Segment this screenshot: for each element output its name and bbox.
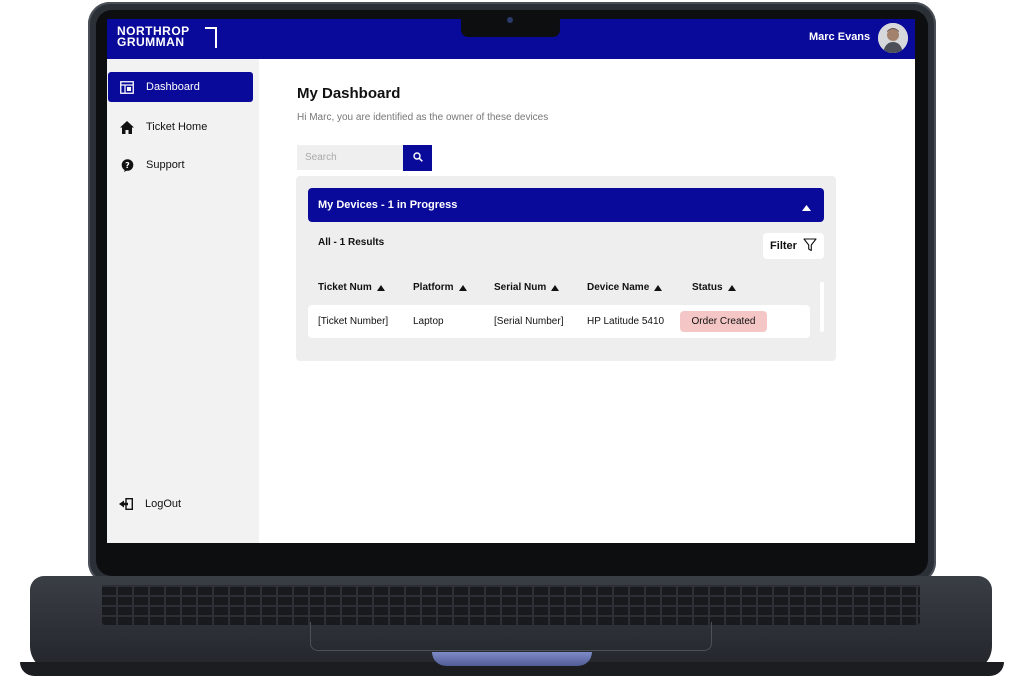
table-row[interactable]: [Ticket Number] Laptop [Serial Number] H… [308, 305, 810, 338]
page-title: My Dashboard [297, 85, 401, 102]
sidebar-item-support[interactable]: ? Support [108, 150, 253, 180]
accordion-title: My Devices - 1 in Progress [318, 199, 458, 211]
sort-ascending-icon [654, 284, 663, 291]
sort-ascending-icon [458, 284, 467, 291]
user-name: Marc Evans [809, 31, 871, 43]
sort-ascending-icon [551, 284, 560, 291]
filter-icon [803, 237, 817, 255]
laptop-hinge [432, 652, 592, 666]
camera-icon [507, 17, 513, 23]
column-header-label: Serial Num [494, 282, 547, 293]
sidebar-item-label: Support [146, 159, 185, 171]
logout-label: LogOut [145, 498, 182, 510]
svg-text:?: ? [125, 161, 130, 170]
filter-button[interactable]: Filter [763, 233, 824, 259]
app-screen: NORTHROP GRUMMAN Marc Evans Dashboard Ti… [107, 19, 915, 543]
filter-label: Filter [770, 240, 797, 252]
column-header-label: Ticket Num [318, 282, 372, 293]
logout-button[interactable]: LogOut [107, 489, 252, 519]
status-badge: Order Created [680, 311, 767, 332]
ticket-num-cell: [Ticket Number] [318, 316, 389, 327]
main-content: My Dashboard Hi Marc, you are identified… [259, 59, 915, 543]
sort-ascending-icon [727, 284, 736, 291]
keyboard-rows [102, 585, 920, 625]
devices-panel: My Devices - 1 in Progress All - 1 Resul… [296, 176, 836, 361]
sort-ascending-icon [376, 284, 385, 291]
table-scrollbar[interactable] [820, 282, 824, 332]
column-header-ticket-num[interactable]: Ticket Num [318, 282, 385, 293]
results-count: All - 1 Results [318, 237, 385, 248]
serial-num-cell: [Serial Number] [494, 316, 564, 327]
devices-accordion-header[interactable]: My Devices - 1 in Progress [308, 188, 824, 222]
device-name-cell: HP Latitude 5410 [587, 316, 665, 327]
platform-cell: Laptop [413, 316, 444, 327]
camera-notch [461, 10, 560, 37]
column-header-label: Platform [413, 282, 454, 293]
northrop-grumman-logo[interactable]: NORTHROP GRUMMAN [117, 25, 217, 49]
column-header-device-name[interactable]: Device Name [587, 282, 663, 293]
sidebar: Dashboard Ticket Home ? Support LogOut [107, 59, 259, 543]
column-header-label: Status [692, 282, 723, 293]
trackpad [310, 622, 712, 651]
support-icon: ? [108, 158, 146, 172]
avatar[interactable] [878, 23, 908, 53]
search-icon [412, 149, 423, 167]
search-button[interactable] [403, 145, 432, 171]
column-header-label: Device Name [587, 282, 650, 293]
sidebar-item-dashboard[interactable]: Dashboard [108, 72, 253, 102]
dashboard-icon [108, 80, 146, 94]
page-subtitle: Hi Marc, you are identified as the owner… [297, 112, 549, 123]
logo-line-2: GRUMMAN [117, 35, 185, 49]
sidebar-item-label: Ticket Home [146, 121, 208, 133]
logout-icon [107, 498, 145, 510]
home-icon [108, 120, 146, 134]
sidebar-item-label: Dashboard [146, 81, 200, 93]
column-header-platform[interactable]: Platform [413, 282, 467, 293]
search-input[interactable] [297, 145, 403, 170]
caret-up-icon [802, 202, 811, 214]
logo-bracket-icon [205, 27, 217, 48]
sidebar-item-ticket-home[interactable]: Ticket Home [108, 112, 253, 142]
column-header-status[interactable]: Status [692, 282, 736, 293]
column-header-serial-num[interactable]: Serial Num [494, 282, 560, 293]
